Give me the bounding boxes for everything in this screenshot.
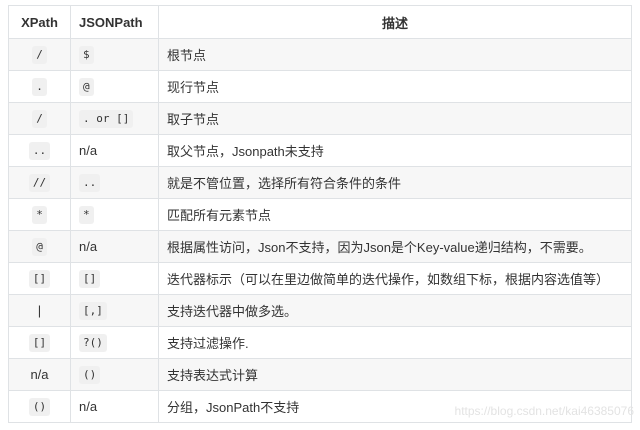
table-header-row: XPath JSONPath 描述 <box>8 5 632 39</box>
cell-jsonpath-value: @ <box>79 77 94 96</box>
cell-description-value: 根节点 <box>167 48 207 63</box>
cell-xpath: . <box>8 70 71 103</box>
cell-xpath-value: @ <box>32 237 47 256</box>
cell-description: 迭代器标示（可以在里边做简单的迭代操作，如数组下标，根据内容选值等） <box>158 262 632 295</box>
cell-description: 根据属性访问，Json不支持，因为Json是个Key-value递归结构，不需要… <box>158 230 632 263</box>
table-row: * * 匹配所有元素节点 <box>8 198 632 231</box>
table-row: [] ?() 支持过滤操作. <box>8 326 632 359</box>
cell-description: 现行节点 <box>158 70 632 103</box>
cell-jsonpath-value: ?() <box>79 333 107 352</box>
cell-jsonpath-value: () <box>79 365 101 384</box>
cell-jsonpath: ?() <box>70 326 159 359</box>
cell-xpath: / <box>8 38 71 71</box>
cell-description-value: 取父节点，Jsonpath未支持 <box>167 144 324 159</box>
cell-jsonpath: n/a <box>70 230 159 263</box>
cell-jsonpath-value: n/a <box>79 143 98 158</box>
table-row: () n/a 分组，JsonPath不支持 <box>8 390 632 423</box>
cell-description: 支持过滤操作. <box>158 326 632 359</box>
cell-jsonpath-value: [,] <box>79 301 107 320</box>
cell-jsonpath-value: * <box>79 205 94 224</box>
cell-description-value: 分组，JsonPath不支持 <box>167 400 300 415</box>
cell-jsonpath: .. <box>70 166 159 199</box>
cell-jsonpath-value: n/a <box>79 239 98 254</box>
cell-xpath-value: [] <box>28 269 51 288</box>
cell-xpath-value: / <box>32 109 47 128</box>
table-row: //.. 就是不管位置，选择所有符合条件的条件 <box>8 166 632 199</box>
cell-description: 取父节点，Jsonpath未支持 <box>158 134 632 167</box>
cell-xpath-value: / <box>32 45 47 64</box>
cell-xpath: | <box>8 294 71 327</box>
cell-jsonpath: * <box>70 198 159 231</box>
cell-xpath: () <box>8 390 71 423</box>
table-row: [] [] 迭代器标示（可以在里边做简单的迭代操作，如数组下标，根据内容选值等） <box>8 262 632 295</box>
cell-xpath: * <box>8 198 71 231</box>
cell-description: 就是不管位置，选择所有符合条件的条件 <box>158 166 632 199</box>
header-description: 描述 <box>158 5 632 39</box>
cell-xpath-value: n/a <box>30 367 49 382</box>
cell-description-value: 现行节点 <box>167 80 220 95</box>
xpath-jsonpath-table: XPath JSONPath 描述 / $ 根节点. @ 现行节点 / . or [] 取子节… <box>8 5 632 423</box>
cell-jsonpath: [,] <box>70 294 159 327</box>
cell-description-value: 就是不管位置，选择所有符合条件的条件 <box>167 176 402 191</box>
cell-jsonpath-value: $ <box>79 45 94 64</box>
cell-jsonpath: @ <box>70 70 159 103</box>
cell-xpath: / <box>8 102 71 135</box>
cell-xpath-value: | <box>37 303 42 318</box>
cell-xpath: n/a <box>8 358 71 391</box>
cell-xpath: [] <box>8 326 71 359</box>
cell-description: 分组，JsonPath不支持 <box>158 390 632 423</box>
cell-jsonpath-value: .. <box>79 173 101 192</box>
cell-description: 根节点 <box>158 38 632 71</box>
cell-xpath: // <box>8 166 71 199</box>
table-row: / . or [] 取子节点 <box>8 102 632 135</box>
cell-xpath-value: . <box>32 77 47 96</box>
cell-description-value: 匹配所有元素节点 <box>167 208 272 223</box>
cell-xpath-value: * <box>32 205 47 224</box>
cell-xpath-value: () <box>28 397 51 416</box>
cell-jsonpath: n/a <box>70 390 159 423</box>
cell-jsonpath-value: . or [] <box>79 109 134 128</box>
header-jsonpath: JSONPath <box>70 5 159 39</box>
cell-description: 取子节点 <box>158 102 632 135</box>
table-row: .. n/a 取父节点，Jsonpath未支持 <box>8 134 632 167</box>
table-row: . @ 现行节点 <box>8 70 632 103</box>
cell-description: 匹配所有元素节点 <box>158 198 632 231</box>
cell-description-value: 支持过滤操作. <box>167 336 249 351</box>
cell-jsonpath: () <box>70 358 159 391</box>
cell-jsonpath: . or [] <box>70 102 159 135</box>
table-row: | [,] 支持迭代器中做多选。 <box>8 294 632 327</box>
table-row: / $ 根节点 <box>8 38 632 71</box>
header-xpath: XPath <box>8 5 71 39</box>
cell-xpath-value: // <box>28 173 51 192</box>
table-row: @ n/a 根据属性访问，Json不支持，因为Json是个Key-value递归结构… <box>8 230 632 263</box>
cell-jsonpath-value: [] <box>79 269 101 288</box>
cell-xpath: @ <box>8 230 71 263</box>
cell-jsonpath: n/a <box>70 134 159 167</box>
cell-xpath-value: .. <box>28 141 51 160</box>
cell-jsonpath: $ <box>70 38 159 71</box>
cell-xpath-value: [] <box>28 333 51 352</box>
cell-xpath: [] <box>8 262 71 295</box>
cell-description-value: 根据属性访问，Json不支持，因为Json是个Key-value递归结构，不需要… <box>167 240 592 255</box>
cell-description-value: 迭代器标示（可以在里边做简单的迭代操作，如数组下标，根据内容选值等） <box>167 272 610 287</box>
cell-description-value: 取子节点 <box>167 112 220 127</box>
cell-description: 支持迭代器中做多选。 <box>158 294 632 327</box>
cell-xpath: .. <box>8 134 71 167</box>
cell-description-value: 支持迭代器中做多选。 <box>167 304 298 319</box>
table-row: n/a () 支持表达式计算 <box>8 358 632 391</box>
cell-jsonpath-value: n/a <box>79 399 98 414</box>
cell-jsonpath: [] <box>70 262 159 295</box>
cell-description-value: 支持表达式计算 <box>167 368 259 383</box>
cell-description: 支持表达式计算 <box>158 358 632 391</box>
